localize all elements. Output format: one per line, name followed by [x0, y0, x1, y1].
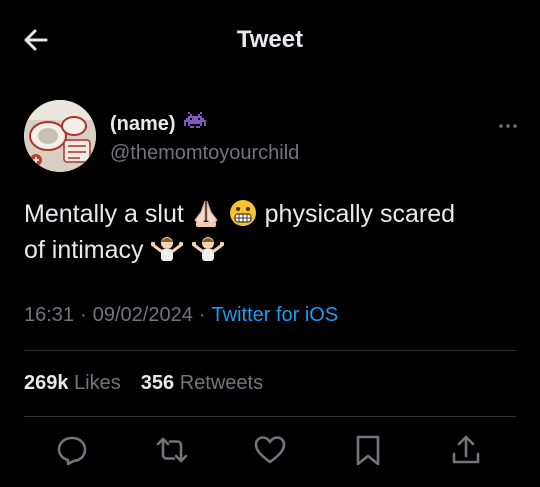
author-name[interactable]: (name)	[110, 113, 176, 136]
avatar[interactable]	[24, 100, 96, 172]
retweets-stat[interactable]: 356 Retweets	[141, 372, 263, 395]
folded-hands-emoji-icon	[191, 200, 228, 228]
tweet-text: Mentally a slut physically scared of int…	[24, 196, 514, 268]
page-title: Tweet	[236, 26, 304, 53]
likes-label: Likes	[74, 372, 121, 394]
retweets-label: Retweets	[179, 372, 264, 394]
retweets-count: 356	[140, 372, 175, 394]
retweet-icon[interactable]	[154, 432, 190, 468]
tweet-time: 16:31	[24, 304, 75, 326]
author-handle[interactable]: @themomtoyourchild	[110, 142, 299, 165]
tweet-meta: 16:31 · 09/02/2024 · Twitter for iOS	[24, 304, 338, 327]
reply-icon[interactable]	[54, 432, 90, 468]
tweet-source-link[interactable]: Twitter for iOS	[212, 304, 339, 327]
meta-separator: ·	[80, 304, 87, 326]
man-shrugging-emoji-icon	[191, 236, 225, 264]
top-bar: Tweet	[0, 0, 540, 80]
tweet-text-part: Mentally a slut	[24, 200, 184, 228]
share-icon[interactable]	[448, 432, 484, 468]
divider	[24, 350, 516, 351]
likes-count: 269k	[24, 372, 69, 394]
like-icon[interactable]	[252, 432, 288, 468]
tweet-stats: 269k Likes 356 Retweets	[24, 372, 263, 395]
meta-separator: ·	[198, 304, 206, 326]
action-bar	[0, 432, 540, 476]
man-shrugging-emoji-icon	[150, 236, 191, 264]
tweet-date: 09/02/2024	[92, 304, 193, 326]
likes-stat[interactable]: 269k Likes	[24, 372, 121, 395]
bookmark-icon[interactable]	[350, 432, 386, 468]
tweet-text-part: of intimacy	[24, 236, 144, 264]
more-dots-icon[interactable]	[494, 114, 522, 138]
divider	[24, 416, 516, 417]
tweet-text-part: physically scared	[264, 200, 456, 228]
author-name-row: (name)	[110, 112, 206, 137]
grimacing-face-emoji-icon	[228, 200, 265, 228]
alien-monster-emoji-icon	[183, 112, 206, 137]
